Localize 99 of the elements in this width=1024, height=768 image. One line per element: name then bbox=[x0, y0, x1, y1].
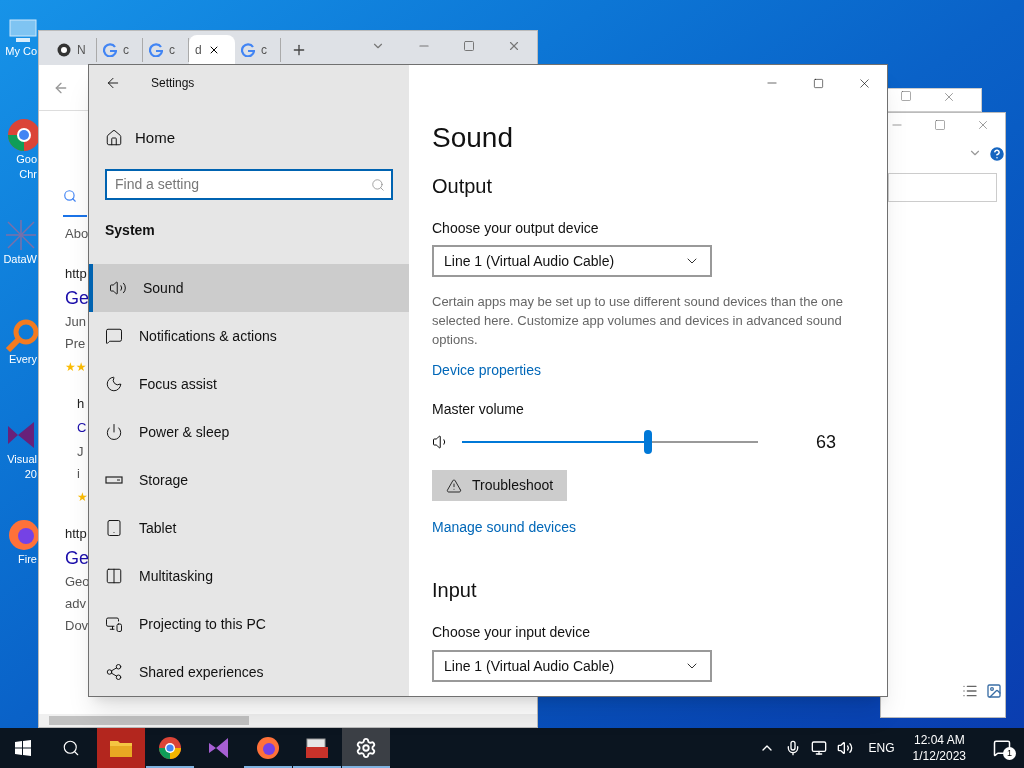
device-properties-link[interactable]: Device properties bbox=[432, 360, 541, 380]
result-text: adv bbox=[65, 595, 86, 613]
folder-icon bbox=[109, 738, 133, 758]
home-nav-item[interactable]: Home bbox=[89, 114, 409, 162]
nav-item[interactable]: Projecting to this PC bbox=[89, 600, 409, 648]
result-url: http bbox=[65, 525, 87, 543]
nav-item[interactable]: Focus assist bbox=[89, 360, 409, 408]
result-url: http bbox=[65, 265, 87, 283]
language-indicator[interactable]: ENG bbox=[868, 739, 895, 757]
description-text: Certain apps may be set up to use different sound devices than the one selected here. Customize app volumes and devices in advanced sound options. bbox=[432, 293, 844, 349]
speech-bubble-icon bbox=[105, 327, 123, 345]
section-heading: System bbox=[104, 221, 156, 240]
browser-tab[interactable]: N bbox=[51, 38, 97, 62]
result-text: J bbox=[77, 443, 84, 461]
result-text: Jun bbox=[65, 313, 86, 331]
shortcut-label: My Co bbox=[5, 44, 38, 59]
nav-item[interactable]: Notifications & actions bbox=[89, 312, 409, 360]
g-logo-icon bbox=[241, 43, 255, 57]
search-field[interactable]: Find a setting bbox=[105, 168, 393, 200]
search-icon bbox=[371, 177, 385, 192]
volume-reading: 63 bbox=[816, 430, 837, 454]
nav-item[interactable]: Storage bbox=[89, 456, 409, 504]
output-device-dropdown[interactable]: Line 1 (Virtual Audio Cable) bbox=[432, 245, 712, 277]
shortcut-label: Chr bbox=[19, 167, 38, 182]
shortcut-label: 20 bbox=[24, 467, 38, 482]
nav-item[interactable]: Shared experiences bbox=[89, 648, 409, 696]
browser-tab[interactable]: d bbox=[189, 35, 235, 65]
slider-thumb[interactable] bbox=[644, 430, 653, 454]
notification-count: 1 bbox=[1003, 747, 1016, 760]
shortcut-label: Fire bbox=[18, 552, 38, 567]
section-heading: Input bbox=[432, 578, 477, 603]
nav-item[interactable]: Power & sleep bbox=[89, 408, 409, 456]
maximize-icon bbox=[900, 90, 912, 102]
speaker-icon bbox=[109, 279, 127, 297]
details-view-icon bbox=[962, 683, 978, 699]
multitasking-icon bbox=[105, 567, 123, 585]
result-text: i bbox=[77, 465, 80, 483]
section-heading: Output bbox=[432, 174, 493, 199]
result-text: Abo bbox=[65, 225, 89, 243]
windows-logo-icon bbox=[15, 740, 31, 756]
field-label: Master volume bbox=[432, 400, 524, 419]
result-text: Pre bbox=[65, 335, 86, 353]
rating-stars: ★★ bbox=[65, 359, 87, 375]
maximize-icon bbox=[934, 119, 946, 131]
result-title[interactable]: C bbox=[77, 415, 87, 441]
volume-slider[interactable] bbox=[462, 430, 758, 454]
thumbnail-view-icon bbox=[986, 683, 1002, 699]
shortcut-label: Goo bbox=[16, 152, 38, 167]
input-device-dropdown[interactable]: Line 1 (Virtual Audio Cable) bbox=[432, 650, 712, 682]
share-icon bbox=[105, 663, 123, 681]
network-icon bbox=[4, 218, 38, 252]
notification-button[interactable]: 1 bbox=[984, 728, 1020, 768]
tablet-icon bbox=[105, 519, 123, 537]
nav-item[interactable]: Sound bbox=[89, 264, 409, 312]
input-field[interactable] bbox=[888, 173, 997, 202]
notification-icon bbox=[993, 739, 1011, 757]
shortcut-label: DataW bbox=[3, 252, 38, 267]
clock[interactable]: 12:04 AM 1/12/2023 bbox=[904, 732, 974, 764]
horizontal-scrollbar[interactable] bbox=[39, 714, 537, 727]
maximize-icon bbox=[812, 77, 824, 89]
new-tab-icon[interactable] bbox=[291, 42, 307, 58]
page-title: Sound bbox=[432, 121, 513, 155]
taskbar-app[interactable] bbox=[342, 728, 390, 768]
toolbox-icon bbox=[305, 737, 329, 759]
browser-tab[interactable]: c bbox=[235, 38, 281, 62]
gear-icon bbox=[355, 737, 377, 759]
studio-icon bbox=[207, 736, 231, 760]
moon-icon bbox=[105, 375, 123, 393]
result-title[interactable]: Ge bbox=[65, 545, 89, 571]
shortcut-label: Every bbox=[8, 352, 38, 367]
computer-icon bbox=[8, 18, 38, 44]
browser-tab[interactable]: c bbox=[97, 38, 143, 62]
result-url: h bbox=[77, 395, 85, 413]
search-icon bbox=[62, 739, 80, 757]
magnifier-icon bbox=[4, 318, 38, 352]
home-icon bbox=[105, 128, 123, 147]
warning-icon bbox=[446, 477, 462, 494]
projector-screens-icon bbox=[105, 615, 123, 633]
field-label: Choose your output device bbox=[432, 219, 599, 238]
g-logo-icon bbox=[149, 43, 163, 57]
volume-icon[interactable] bbox=[836, 740, 853, 756]
shortcut-label: Visual bbox=[7, 452, 38, 467]
search-icon[interactable] bbox=[63, 189, 77, 203]
window-title: Settings bbox=[151, 74, 195, 92]
power-icon bbox=[105, 423, 123, 441]
nav-item[interactable]: Tablet bbox=[89, 504, 409, 552]
close-icon bbox=[976, 118, 990, 132]
result-title[interactable]: Ge bbox=[65, 285, 89, 311]
field-label: Choose your input device bbox=[432, 623, 590, 642]
firefox-icon bbox=[256, 736, 280, 760]
close-icon bbox=[942, 90, 956, 104]
manage-sound-devices-link[interactable]: Manage sound devices bbox=[432, 517, 576, 537]
rating-stars: ★ bbox=[77, 489, 88, 505]
network-icon[interactable] bbox=[810, 740, 827, 756]
g-logo-icon bbox=[103, 43, 117, 57]
result-text: Dov bbox=[65, 617, 89, 635]
nav-item[interactable]: Multitasking bbox=[89, 552, 409, 600]
troubleshoot-button[interactable]: Troubleshoot bbox=[432, 470, 568, 501]
maximize-icon[interactable] bbox=[463, 40, 475, 52]
